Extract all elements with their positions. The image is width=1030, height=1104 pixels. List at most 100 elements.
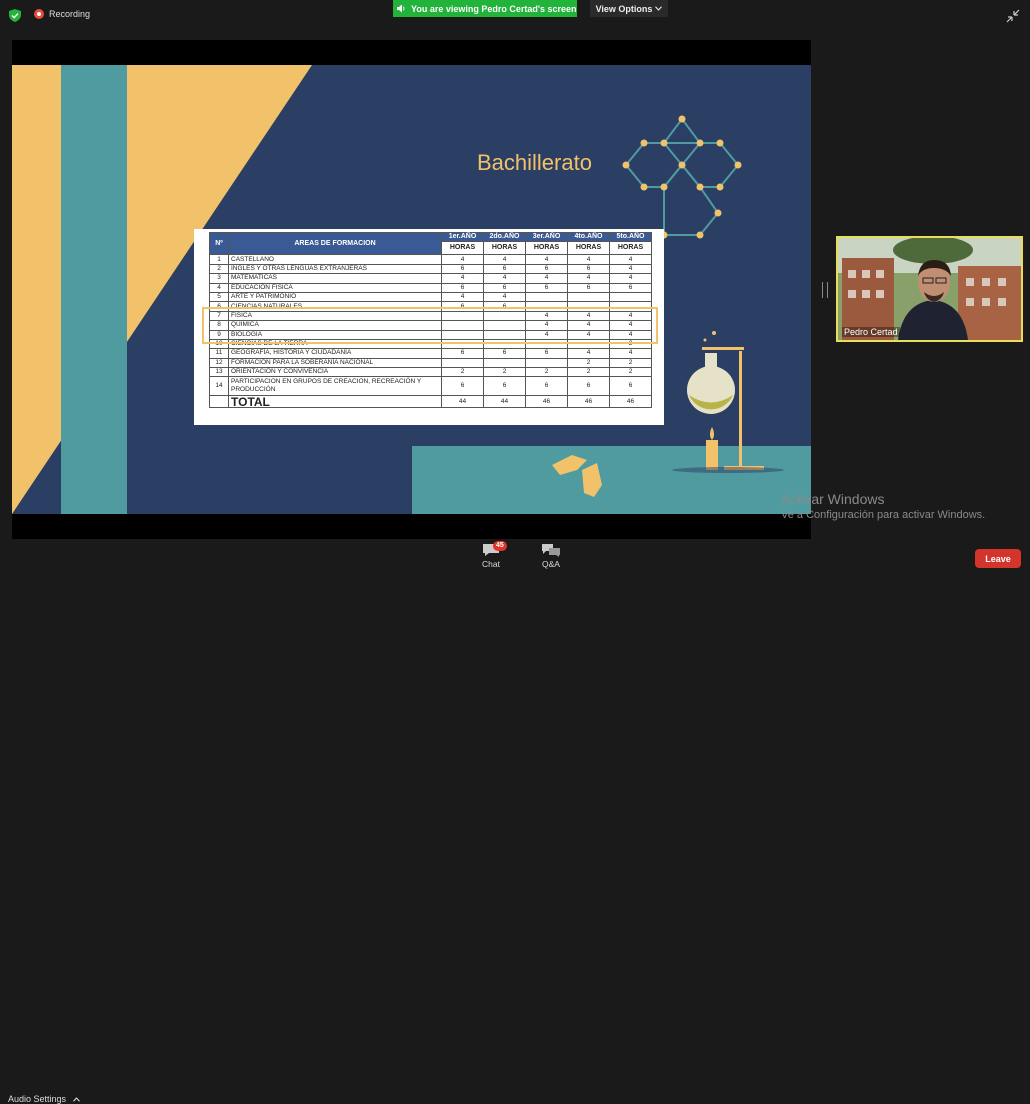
row-hours-cell: 6 (483, 376, 526, 397)
table-row: 4 EDUCACIÓN FISICA 6 6 6 6 6 (209, 282, 652, 293)
row-area: INGLES Y OTRAS LENGUAS EXTRANJERAS (228, 263, 442, 275)
qa-button[interactable]: Q&A (538, 543, 564, 569)
table-row: 3 MATEMATICAS 4 4 4 4 4 (209, 273, 652, 284)
table-row: 1 CASTELLANO 4 4 4 4 4 (209, 254, 652, 265)
row-number: 4 (209, 282, 229, 293)
total-row: TOTAL 44 44 46 46 46 (209, 395, 652, 409)
row-hours-cell: 6 (483, 282, 526, 293)
row-number: 14 (209, 376, 229, 397)
row-hours-cell (525, 357, 568, 369)
leave-button[interactable]: Leave (975, 549, 1021, 568)
recording-indicator[interactable]: Recording (34, 9, 90, 19)
panel-resize-handle[interactable] (822, 282, 828, 298)
row-hours-cell: 4 (483, 254, 526, 265)
table-row: 13 ORIENTACIÓN Y CONVIVENCIA 2 2 2 2 2 (209, 367, 652, 378)
chevron-down-icon (655, 6, 663, 11)
recording-label: Recording (49, 9, 91, 19)
row-hours-cell: 4 (567, 348, 610, 359)
header-hours: HORAS (609, 241, 652, 256)
header-hours: HORAS (567, 241, 610, 256)
header-hours: HORAS (441, 241, 484, 256)
header-area: AREAS DE FORMACION (228, 231, 442, 256)
chat-label: Chat (482, 559, 500, 569)
row-hours-cell: 6 (609, 376, 652, 397)
total-label: TOTAL (228, 395, 442, 409)
row-hours-cell: 6 (441, 348, 484, 359)
participant-video (838, 238, 1021, 340)
watermark-line2: Ve a Configuración para activar Windows. (781, 509, 986, 521)
row-area: ARTE Y PATRIMONIO (228, 291, 442, 303)
table-row: 5 ARTE Y PATRIMONIO 4 4 (209, 291, 652, 303)
top-bar: Recording You are viewing Pedro Certad's… (0, 0, 1030, 30)
row-hours-cell: 6 (525, 376, 568, 397)
row-hours-cell: 2 (609, 357, 652, 369)
table-row: 12 FORMACION PARA LA SOBERANÍA NACIONAL 2 2 (209, 357, 652, 369)
row-hours-cell: 2 (525, 367, 568, 378)
chat-unread-badge: 45 (493, 541, 507, 551)
row-hours-cell: 4 (525, 273, 568, 284)
header-year: 3er.AÑO (525, 231, 568, 243)
header-year: 4to.AÑO (567, 231, 610, 243)
row-hours-cell: 6 (567, 376, 610, 397)
audio-settings-label: Audio Settings (8, 1094, 67, 1104)
row-hours-cell: 6 (525, 348, 568, 359)
total-hours-cell: 44 (441, 395, 484, 409)
header-hours: HORAS (483, 241, 526, 256)
row-area: PARTICIPACION EN GRUPOS DE CREACION, REC… (228, 376, 442, 397)
exit-fullscreen-icon[interactable] (1006, 9, 1020, 23)
row-hours-cell (609, 291, 652, 303)
row-hours-cell: 2 (483, 367, 526, 378)
row-number: 5 (209, 291, 229, 303)
row-hours-cell: 6 (483, 263, 526, 275)
row-number: 2 (209, 263, 229, 275)
row-hours-cell: 2 (609, 367, 652, 378)
row-hours-cell: 6 (567, 263, 610, 275)
row-area: FORMACION PARA LA SOBERANÍA NACIONAL (228, 357, 442, 369)
slide-title: Bachillerato (477, 150, 592, 175)
row-hours-cell: 4 (483, 273, 526, 284)
participant-name: Pedro Certad (842, 327, 900, 337)
row-hours-cell: 4 (441, 273, 484, 284)
row-number: 1 (209, 254, 229, 265)
header-year: 2do.AÑO (483, 231, 526, 243)
row-hours-cell: 6 (525, 263, 568, 275)
speaker-icon (397, 4, 405, 13)
row-hours-cell (441, 357, 484, 369)
shared-screen-letterbox-bottom (12, 514, 811, 539)
row-hours-cell: 6 (483, 348, 526, 359)
shared-screen-letterbox-top (12, 40, 811, 65)
row-hours-cell: 4 (609, 263, 652, 275)
row-number: 11 (209, 348, 229, 359)
row-hours-cell: 2 (567, 357, 610, 369)
shared-slide: Bachillerato Nº AREAS DE FORMACION 1er.A… (12, 65, 811, 514)
total-hours-cell: 46 (567, 395, 610, 409)
audio-settings-button[interactable]: Audio Settings (8, 1094, 80, 1104)
participant-video-tile[interactable]: Pedro Certad (836, 236, 1023, 342)
header-year: 1er.AÑO (441, 231, 484, 243)
bottom-toolbar: Audio Settings (0, 540, 1030, 1104)
total-hours-cell: 46 (609, 395, 652, 409)
row-hours-cell (525, 291, 568, 303)
row-number: 3 (209, 273, 229, 284)
record-icon (34, 9, 44, 19)
view-options-label: View Options (595, 3, 653, 14)
row-hours-cell: 4 (567, 273, 610, 284)
watermark-line1: Activar Windows (781, 491, 885, 507)
row-hours-cell: 2 (441, 367, 484, 378)
chevron-up-icon (72, 1097, 80, 1102)
highlight-box (202, 307, 658, 344)
security-shield-icon[interactable] (9, 9, 21, 22)
row-hours-cell: 4 (441, 291, 484, 303)
row-area: MATEMATICAS (228, 273, 442, 284)
row-area: ORIENTACIÓN Y CONVIVENCIA (228, 367, 442, 378)
row-hours-cell: 4 (609, 348, 652, 359)
row-hours-cell: 4 (609, 254, 652, 265)
table-row: 2 INGLES Y OTRAS LENGUAS EXTRANJERAS 6 6 6 6 4 (209, 263, 652, 275)
row-hours-cell (567, 291, 610, 303)
total-hours-cell: 46 (525, 395, 568, 409)
row-area: GEOGRAFÍA, HISTORIA Y CIUDADANÍA (228, 348, 442, 359)
view-options-button[interactable]: View Options (590, 0, 668, 17)
qa-icon (542, 544, 560, 557)
row-hours-cell: 6 (441, 376, 484, 397)
row-hours-cell: 4 (567, 254, 610, 265)
